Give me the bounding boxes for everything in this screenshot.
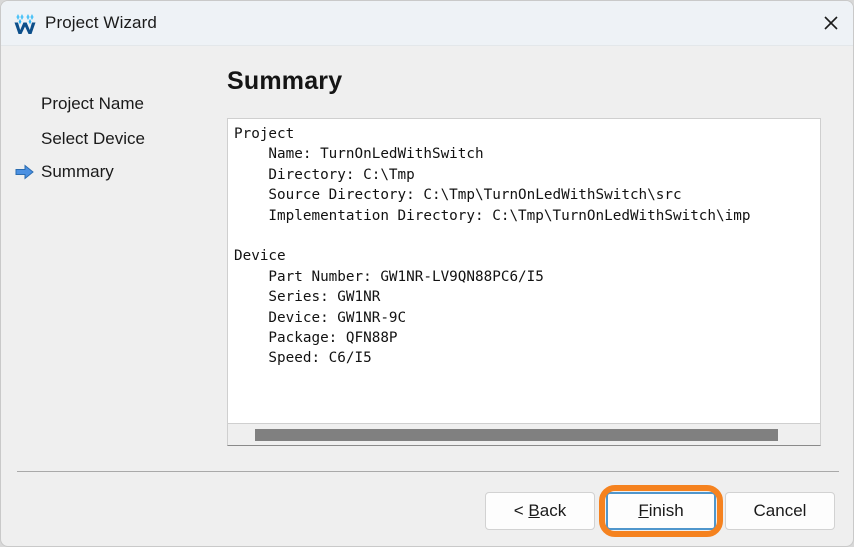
project-wizard-dialog: Project Wizard Project Name Select Devic… (0, 0, 854, 547)
cancel-button[interactable]: Cancel (725, 492, 835, 530)
horizontal-scrollbar-thumb[interactable] (255, 429, 778, 441)
blue-right-arrow-icon (15, 164, 34, 180)
footer-separator (17, 471, 839, 472)
gowin-w-logo-icon (12, 11, 38, 37)
wizard-step-label: Select Device (41, 129, 145, 148)
window-title: Project Wizard (45, 13, 157, 32)
wizard-step-summary[interactable]: Summary (15, 159, 211, 185)
summary-content: Project Name: TurnOnLedWithSwitch Direct… (234, 126, 751, 367)
finish-button[interactable]: Finish (606, 492, 716, 530)
wizard-step-select-device[interactable]: Select Device (41, 126, 211, 152)
back-button-label: < Back (513, 501, 567, 520)
close-icon[interactable] (807, 1, 853, 45)
summary-text-box[interactable]: Project Name: TurnOnLedWithSwitch Direct… (227, 118, 821, 424)
wizard-step-project-name[interactable]: Project Name (41, 91, 211, 117)
wizard-step-list: Project Name Select Device Summary (1, 46, 213, 471)
horizontal-scrollbar[interactable] (227, 424, 821, 446)
wizard-step-label: Summary (41, 162, 114, 181)
title-bar: Project Wizard (1, 1, 853, 46)
finish-button-label: Finish (638, 501, 684, 520)
wizard-step-label: Project Name (41, 94, 144, 113)
back-button[interactable]: < Back (485, 492, 595, 530)
cancel-button-label: Cancel (753, 501, 807, 520)
page-title: Summary (227, 67, 343, 95)
